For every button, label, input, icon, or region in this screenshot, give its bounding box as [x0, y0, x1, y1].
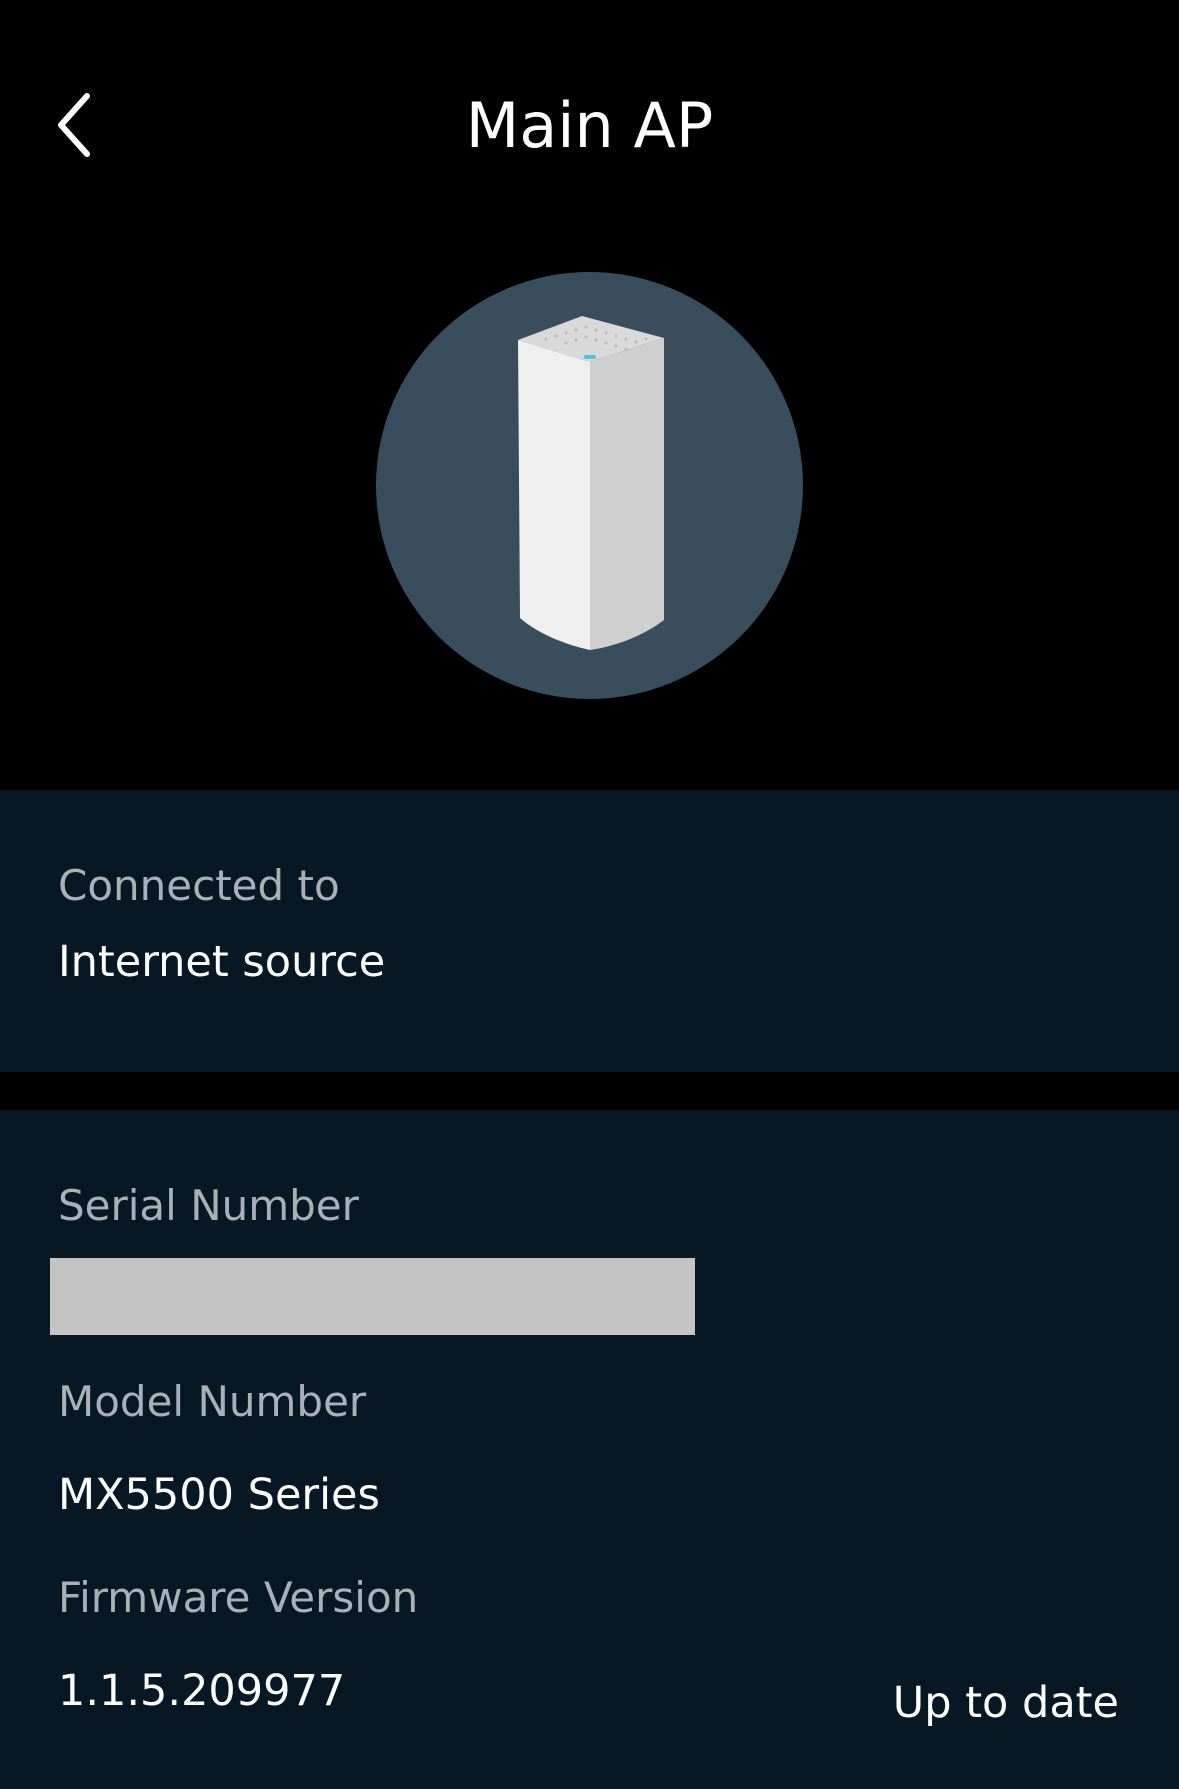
firmware-version-value: 1.1.5.209977 — [58, 1666, 346, 1716]
serial-number-redacted — [50, 1258, 695, 1335]
model-number-label: Model Number — [58, 1377, 367, 1426]
header: Main AP — [0, 0, 1179, 790]
connection-card: Connected to Internet source — [0, 790, 1179, 1072]
device-details-card: Serial Number Model Number MX5500 Series… — [0, 1110, 1179, 1789]
mesh-router-node-icon — [518, 316, 664, 650]
firmware-status: Up to date — [892, 1678, 1119, 1728]
serial-number-label: Serial Number — [58, 1181, 359, 1230]
connected-to-value: Internet source — [58, 937, 386, 987]
connected-to-label: Connected to — [58, 861, 340, 910]
firmware-version-label: Firmware Version — [58, 1573, 419, 1622]
model-number-value: MX5500 Series — [58, 1470, 380, 1520]
page-title: Main AP — [465, 89, 714, 162]
